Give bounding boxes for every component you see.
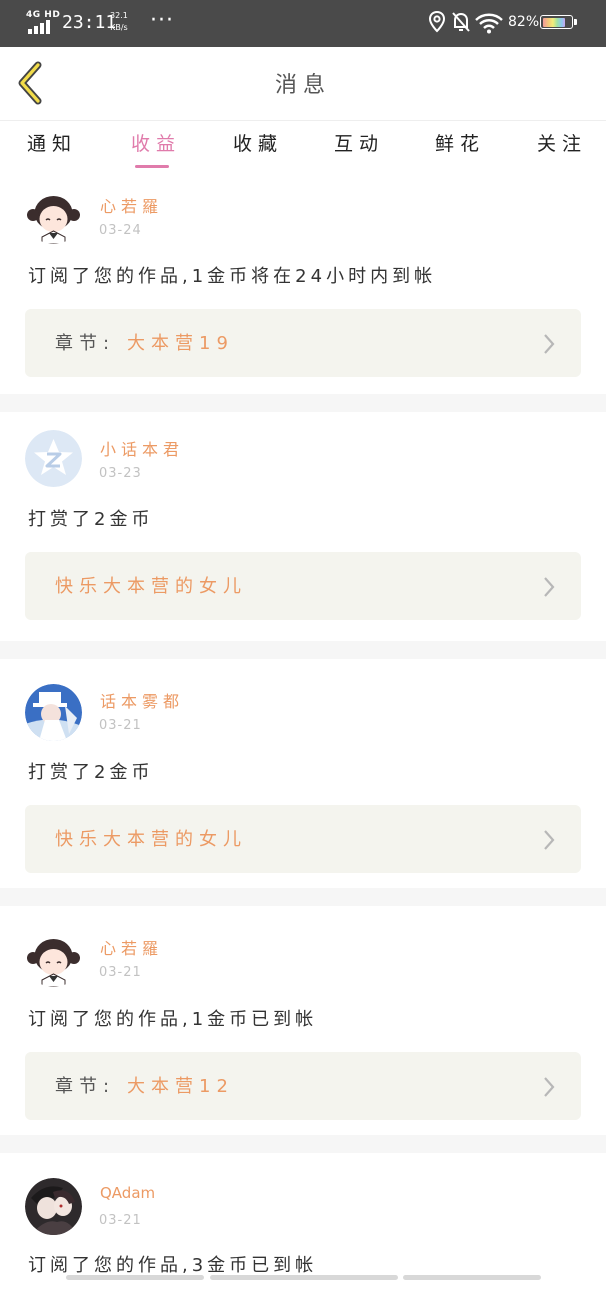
network-speed: 32.1 KB/s (110, 10, 128, 34)
message-text: 订阅了您的作品,1金币已到帐 (28, 1009, 318, 1030)
message-card[interactable]: 心若羅 03-24 订阅了您的作品,1金币将在24小时内到帐 章节: 大本营19 (0, 173, 606, 394)
message-card[interactable]: 话本雾都 03-21 打赏了2金币 快乐大本营的女儿 (0, 659, 606, 888)
work-link[interactable]: 快乐大本营的女儿 (25, 552, 581, 620)
tab-favorites[interactable]: 收藏 (233, 129, 283, 156)
battery-percent: 82% (508, 14, 540, 30)
card-separator (0, 641, 606, 659)
scroll-indicator (66, 1275, 204, 1280)
message-text: 打赏了2金币 (28, 509, 154, 530)
sender-name[interactable]: 心若羅 (100, 935, 163, 959)
cartoon-girl-avatar[interactable] (25, 930, 82, 987)
chevron-right-icon (544, 577, 555, 597)
default-z-avatar[interactable] (25, 430, 82, 487)
cartoon-girl-avatar[interactable] (25, 187, 82, 244)
message-card[interactable]: 心若羅 03-21 订阅了您的作品,1金币已到帐 章节: 大本营12 (0, 906, 606, 1135)
tab-interactions[interactable]: 互动 (334, 129, 384, 156)
work-title: 快乐大本营的女儿 (55, 576, 247, 597)
message-date: 03-21 (99, 965, 142, 980)
tab-notifications[interactable]: 通知 (27, 129, 77, 156)
battery-tip (574, 19, 577, 25)
anime-couple-avatar[interactable] (25, 1178, 82, 1235)
app-header: 消息 (0, 47, 606, 120)
message-card[interactable]: 小话本君 03-23 打赏了2金币 快乐大本营的女儿 (0, 412, 606, 641)
battery-level (542, 17, 566, 27)
more-notifications-icon: ··· (150, 8, 174, 33)
tab-bar: 通知 收益 收藏 互动 鲜花 关注 (0, 121, 606, 173)
tab-follows[interactable]: 关注 (537, 129, 587, 156)
message-date: 03-21 (99, 718, 142, 733)
message-date: 03-24 (99, 223, 142, 238)
message-text: 打赏了2金币 (28, 762, 154, 783)
message-text: 订阅了您的作品,1金币将在24小时内到帐 (28, 266, 437, 287)
chapter-title: 大本营19 (127, 333, 234, 354)
sender-name[interactable]: 心若羅 (100, 193, 163, 217)
message-card[interactable]: QAdam 03-21 订阅了您的作品,3金币已到帐 (0, 1153, 606, 1293)
clock: 23:11 (62, 12, 117, 33)
tab-earnings[interactable]: 收益 (131, 129, 181, 156)
chapter-label: 章节: (55, 1076, 116, 1097)
scroll-indicator (403, 1275, 541, 1280)
chevron-right-icon (544, 830, 555, 850)
active-tab-indicator (135, 165, 169, 168)
chapter-link[interactable]: 章节: 大本营12 (25, 1052, 581, 1120)
message-text: 订阅了您的作品,3金币已到帐 (28, 1255, 318, 1276)
wifi-icon (475, 13, 503, 34)
chevron-right-icon (544, 1077, 555, 1097)
battery-icon (540, 15, 573, 29)
anime-magician-avatar[interactable] (25, 684, 82, 741)
chapter-title: 大本营12 (127, 1076, 234, 1097)
message-list: 心若羅 03-24 订阅了您的作品,1金币将在24小时内到帐 章节: 大本营19… (0, 173, 606, 1293)
work-title: 快乐大本营的女儿 (55, 829, 247, 850)
card-separator (0, 888, 606, 906)
scroll-indicator (210, 1275, 398, 1280)
status-bar: 4G HD 23:11 32.1 KB/s ··· 82% (0, 0, 606, 47)
message-date: 03-21 (99, 1213, 142, 1228)
sender-name[interactable]: QAdam (100, 1184, 155, 1202)
card-separator (0, 1135, 606, 1153)
network-type: 4G HD (26, 10, 61, 20)
sender-name[interactable]: 话本雾都 (100, 688, 184, 712)
sender-name[interactable]: 小话本君 (100, 436, 184, 460)
message-date: 03-23 (99, 466, 142, 481)
network-speed-unit: KB/s (110, 23, 128, 32)
chapter-link[interactable]: 章节: 大本营19 (25, 309, 581, 377)
work-link[interactable]: 快乐大本营的女儿 (25, 805, 581, 873)
chevron-right-icon (544, 334, 555, 354)
network-speed-value: 32.1 (110, 11, 128, 20)
tab-flowers[interactable]: 鲜花 (435, 129, 485, 156)
location-pin-icon (428, 11, 446, 33)
signal-icon (28, 20, 54, 34)
card-separator (0, 394, 606, 412)
page-title: 消息 (274, 73, 331, 98)
chapter-label: 章节: (55, 333, 116, 354)
bell-off-icon (452, 12, 470, 32)
